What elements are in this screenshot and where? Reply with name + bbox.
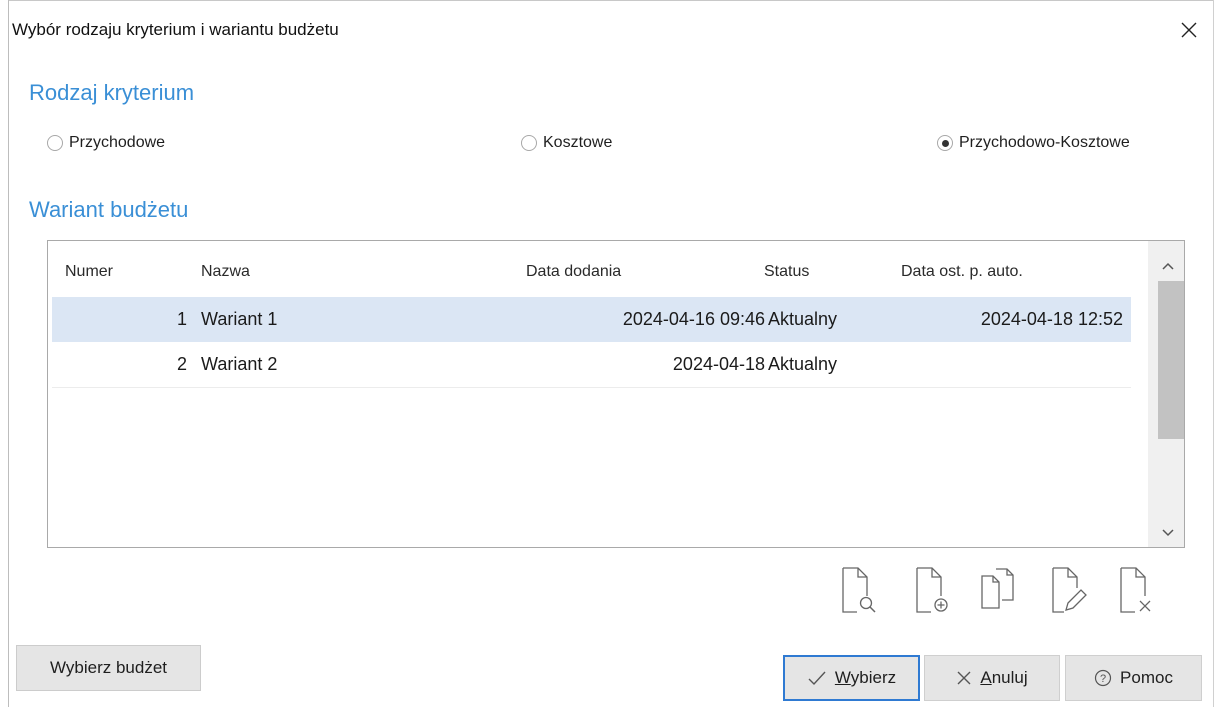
vertical-scrollbar[interactable] bbox=[1148, 241, 1184, 547]
radio-label: Przychodowe bbox=[69, 134, 166, 151]
cell-nazwa: Wariant 2 bbox=[201, 354, 278, 374]
window-title: Wybór rodzaju kryterium i wariantu budże… bbox=[12, 20, 339, 39]
variants-grid[interactable]: Numer Nazwa Data dodania Status Data ost… bbox=[47, 240, 1185, 548]
cell-data-dodania: 2024-04-18 bbox=[672, 354, 765, 374]
add-document-icon bbox=[916, 567, 948, 613]
help-button[interactable]: ? Pomoc bbox=[1065, 655, 1202, 701]
help-button-label: Pomoc bbox=[1120, 668, 1173, 687]
edit-document-button[interactable] bbox=[1050, 566, 1087, 614]
delete-document-icon bbox=[1120, 567, 1151, 613]
svg-text:?: ? bbox=[1100, 673, 1106, 685]
radio-kosztowe[interactable]: Kosztowe bbox=[521, 134, 612, 152]
column-header-data-dodania[interactable]: Data dodania bbox=[526, 263, 621, 281]
column-header-nazwa[interactable]: Nazwa bbox=[201, 263, 250, 281]
cancel-button-label: Anuluj bbox=[980, 668, 1028, 687]
cell-data-dodania: 2024-04-16 09:46 bbox=[622, 309, 765, 329]
window-border-left bbox=[8, 0, 9, 707]
cell-nazwa: Wariant 1 bbox=[201, 309, 278, 329]
criteria-heading: Rodzaj kryterium bbox=[29, 80, 195, 105]
cell-numer: 2 bbox=[176, 354, 187, 374]
scroll-up-icon[interactable] bbox=[1160, 259, 1176, 273]
table-row[interactable]: 1 Wariant 1 2024-04-16 09:46 Aktualny 20… bbox=[52, 297, 1131, 342]
radio-label: Kosztowe bbox=[543, 134, 613, 151]
scrollbar-thumb[interactable] bbox=[1158, 281, 1184, 439]
table-row[interactable]: 2 Wariant 2 2024-04-18 Aktualny bbox=[52, 342, 1131, 388]
radio-circle-icon bbox=[521, 135, 537, 151]
radio-label: Przychodowo-Kosztowe bbox=[959, 134, 1130, 151]
copy-document-icon bbox=[981, 568, 1014, 609]
column-header-status[interactable]: Status bbox=[764, 263, 809, 281]
close-icon bbox=[957, 671, 971, 685]
choose-budget-button[interactable]: Wybierz budżet bbox=[16, 645, 201, 691]
radio-przychodowe[interactable]: Przychodowe bbox=[47, 134, 165, 152]
close-button[interactable] bbox=[1175, 16, 1203, 44]
preview-document-button[interactable] bbox=[840, 566, 876, 614]
variants-heading: Wariant budżetu bbox=[29, 197, 189, 222]
radio-selected-icon bbox=[937, 135, 953, 151]
radio-przychodowo-kosztowe[interactable]: Przychodowo-Kosztowe bbox=[937, 134, 1130, 152]
select-button-label: Wybierz bbox=[834, 668, 897, 687]
checkmark-icon bbox=[808, 671, 826, 686]
help-icon: ? bbox=[1094, 669, 1112, 687]
cell-data-ost: 2024-04-18 12:52 bbox=[980, 309, 1123, 329]
window-border-top bbox=[8, 0, 1214, 1]
preview-document-icon bbox=[842, 567, 876, 613]
column-header-numer[interactable]: Numer bbox=[65, 263, 113, 281]
scroll-down-icon[interactable] bbox=[1160, 526, 1176, 540]
edit-document-icon bbox=[1052, 567, 1087, 613]
close-icon bbox=[1181, 22, 1197, 38]
cell-status: Aktualny bbox=[768, 309, 838, 329]
cell-numer: 1 bbox=[176, 309, 187, 329]
add-document-button[interactable] bbox=[914, 566, 950, 614]
radio-circle-icon bbox=[47, 135, 63, 151]
copy-document-button[interactable] bbox=[980, 566, 1016, 614]
cancel-button[interactable]: Anuluj bbox=[924, 655, 1060, 701]
delete-document-button[interactable] bbox=[1118, 566, 1154, 614]
column-header-data-ost[interactable]: Data ost. p. auto. bbox=[901, 263, 1023, 281]
select-button[interactable]: Wybierz bbox=[783, 655, 920, 701]
cell-status: Aktualny bbox=[768, 354, 838, 374]
